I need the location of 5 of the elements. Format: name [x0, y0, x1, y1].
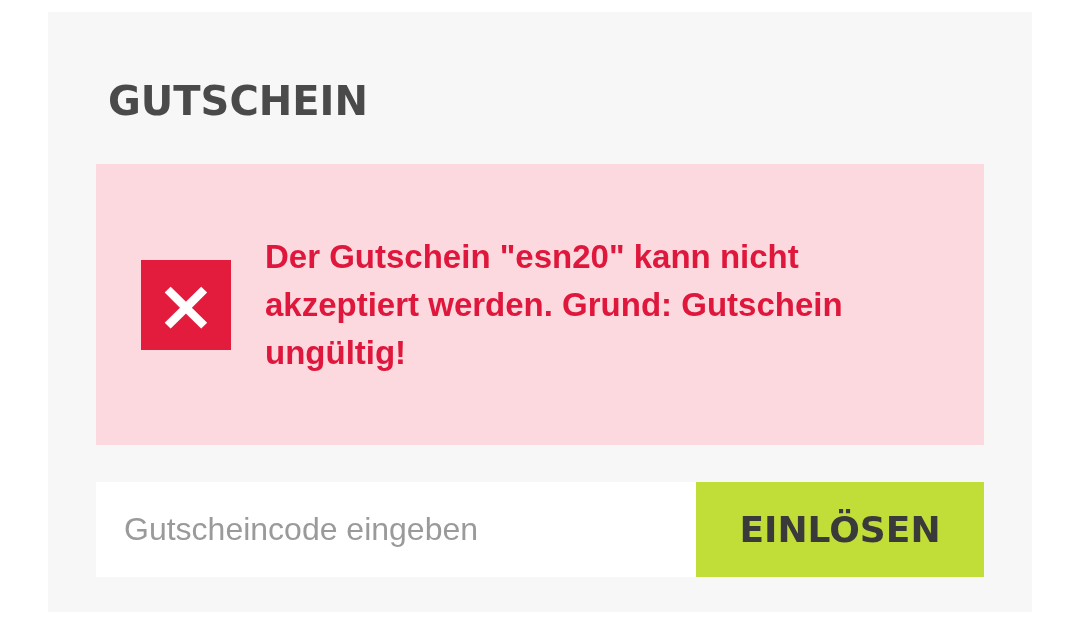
- voucher-title: GUTSCHEIN: [108, 77, 369, 126]
- error-icon: ×: [141, 259, 231, 350]
- redeem-button[interactable]: EINLÖSEN: [696, 482, 984, 577]
- voucher-code-field[interactable]: Gutscheincode eingeben: [96, 482, 696, 577]
- error-message: Der Gutschein "esn20" kann nicht akzeptiert werden. Grund: Gutschein ungültig!: [265, 236, 844, 373]
